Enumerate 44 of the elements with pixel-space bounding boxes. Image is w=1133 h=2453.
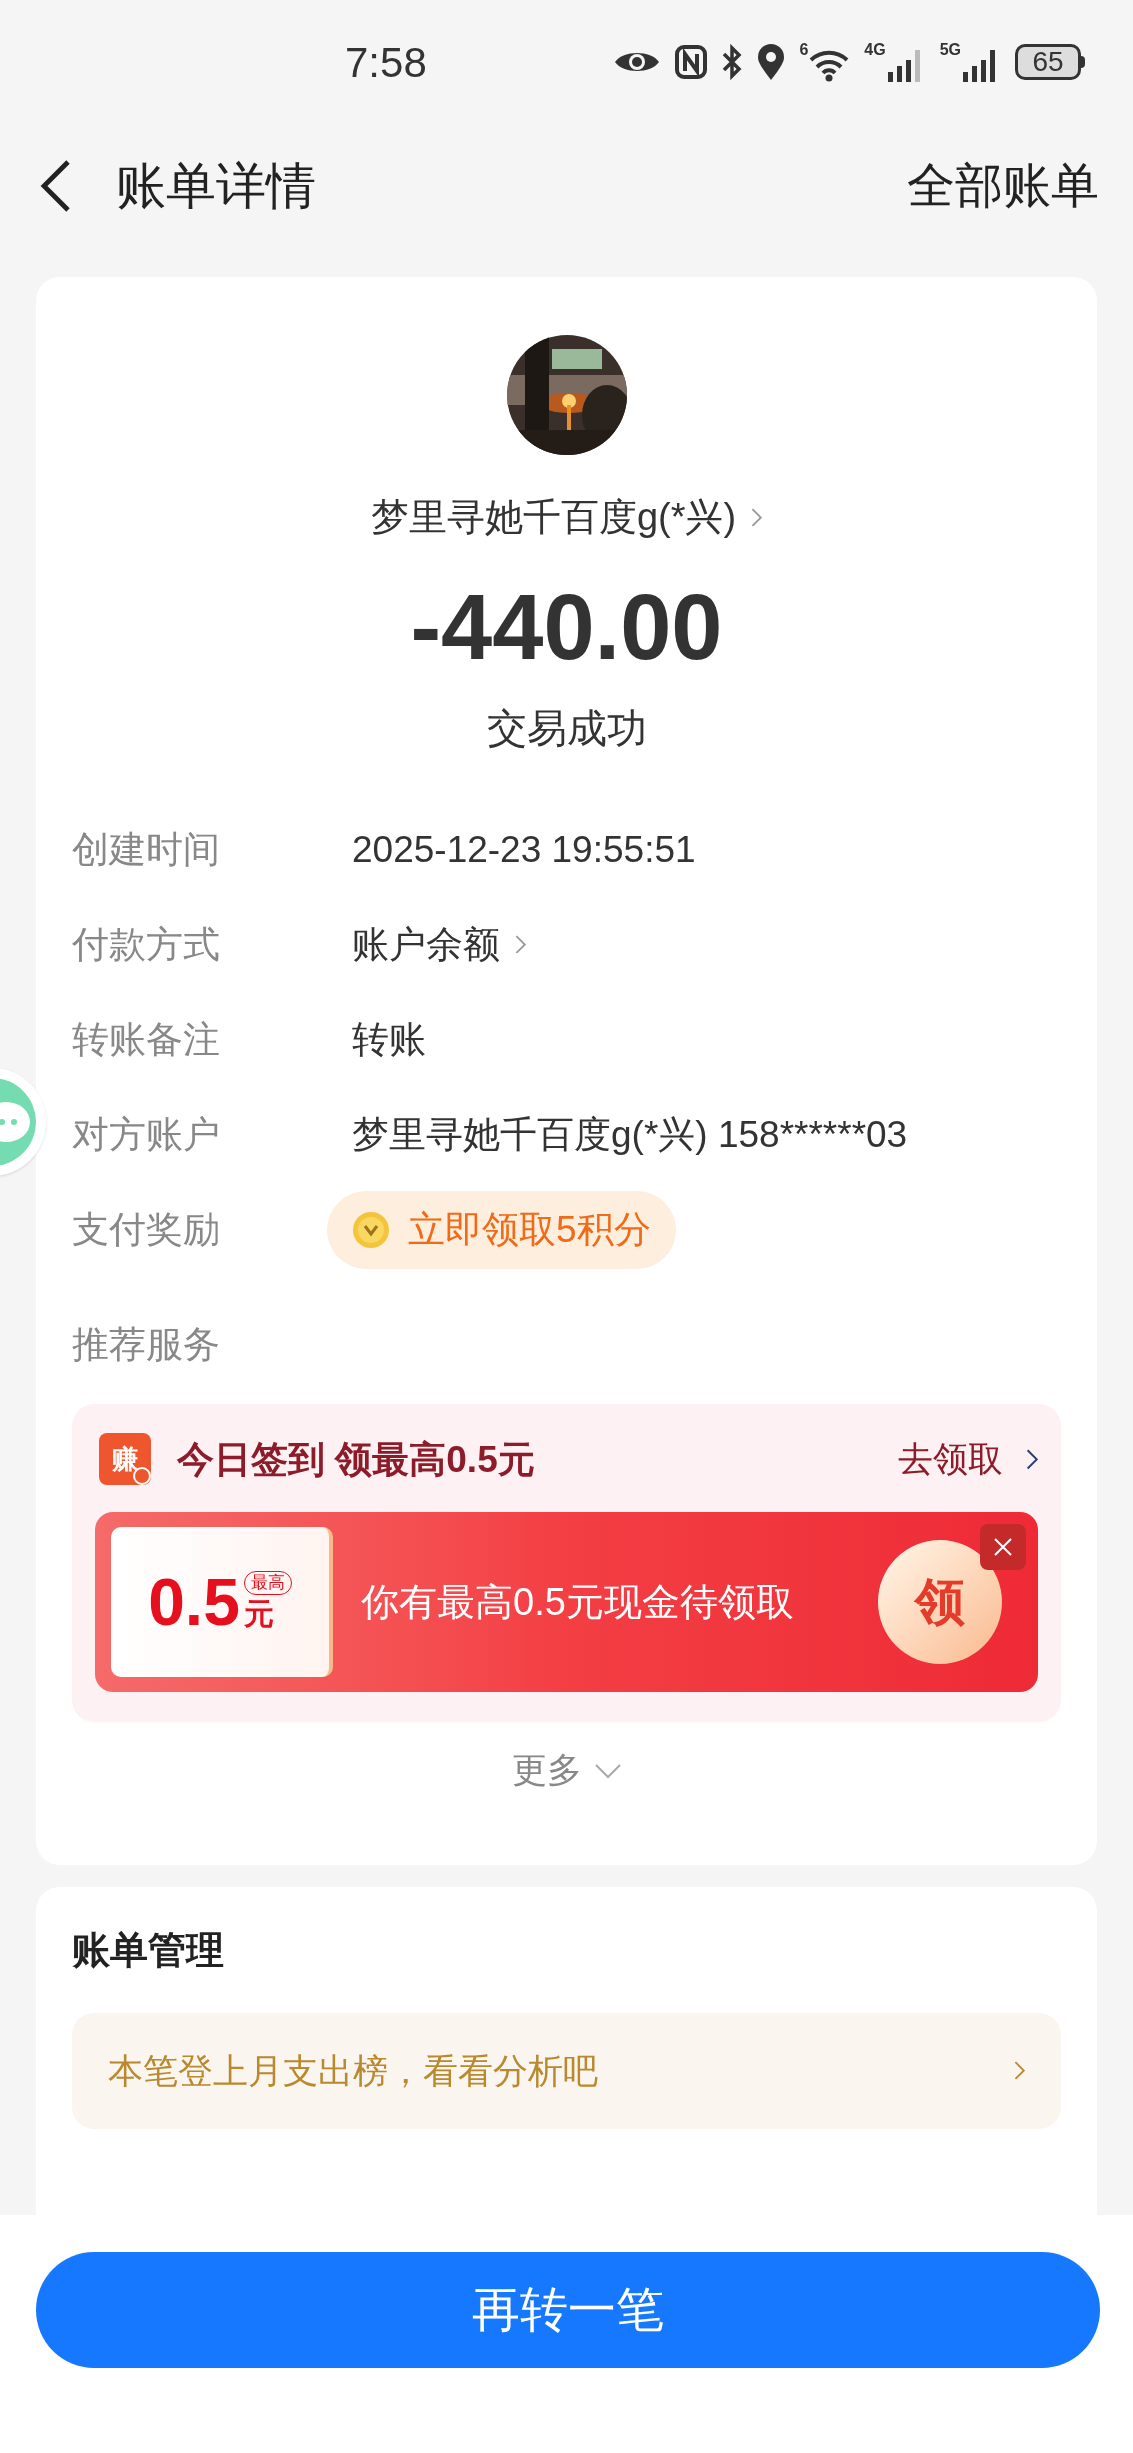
detail-label: 支付奖励: [72, 1208, 221, 1253]
wifi-label: 6: [799, 42, 809, 58]
bluetooth-icon: [721, 44, 744, 80]
network-label: 4G: [864, 42, 886, 58]
claim-link[interactable]: 去领取: [898, 1433, 1038, 1486]
chevron-icon: [514, 935, 526, 955]
section-title: 账单管理: [72, 1927, 224, 1973]
clock: 7:58: [345, 37, 427, 88]
all-bills-link[interactable]: 全部账单: [907, 150, 1099, 222]
coupon-amount: 0.5: [148, 1569, 240, 1636]
chevron-icon: [1013, 2061, 1025, 2081]
payee-name-link[interactable]: 梦里寻她千百度g(*兴): [370, 489, 763, 546]
detail-value: 转账: [352, 1018, 426, 1063]
checkin-title: 今日签到 领最高0.5元: [177, 1437, 535, 1482]
transfer-again-button[interactable]: 再转一笔: [36, 2252, 1100, 2368]
location-icon: [757, 43, 786, 81]
section-label: 推荐服务: [72, 1323, 220, 1368]
transaction-status: 交易成功: [486, 705, 647, 753]
chevron-icon: [750, 507, 763, 528]
reward-button[interactable]: 立即领取5积分: [327, 1190, 676, 1269]
detail-label: 创建时间: [72, 828, 221, 873]
chevron-down-icon: [593, 1762, 622, 1779]
close-icon: [993, 1537, 1013, 1558]
battery-indicator: 65: [1015, 44, 1085, 80]
detail-value: 2025-12-23 19:55:51: [352, 828, 696, 873]
detail-label: 对方账户: [72, 1113, 221, 1158]
page-title: 账单详情: [116, 156, 316, 216]
detail-value: 梦里寻她千百度g(*兴) 158******03: [352, 1113, 908, 1158]
claim-button[interactable]: 领: [878, 1540, 1002, 1665]
network-label: 5G: [939, 42, 961, 58]
more-toggle[interactable]: 更多: [511, 1744, 622, 1797]
detail-value-link[interactable]: 账户余额: [352, 917, 526, 973]
close-button[interactable]: [980, 1524, 1026, 1571]
detail-label: 付款方式: [72, 923, 221, 968]
coin-icon: [352, 1210, 390, 1249]
calendar-icon: 赚: [99, 1433, 151, 1486]
wifi-icon: [808, 48, 851, 82]
analysis-tip[interactable]: 本笔登上月支出榜，看看分析吧: [72, 2013, 1061, 2129]
coupon-unit: 元: [243, 1596, 274, 1633]
chevron-icon: [1025, 1449, 1038, 1470]
nfc-icon: [675, 45, 708, 79]
detail-label: 转账备注: [72, 1018, 221, 1063]
amount: -440.00: [410, 575, 723, 680]
banner-text: 你有最高0.5元现金待领取: [361, 1579, 794, 1625]
